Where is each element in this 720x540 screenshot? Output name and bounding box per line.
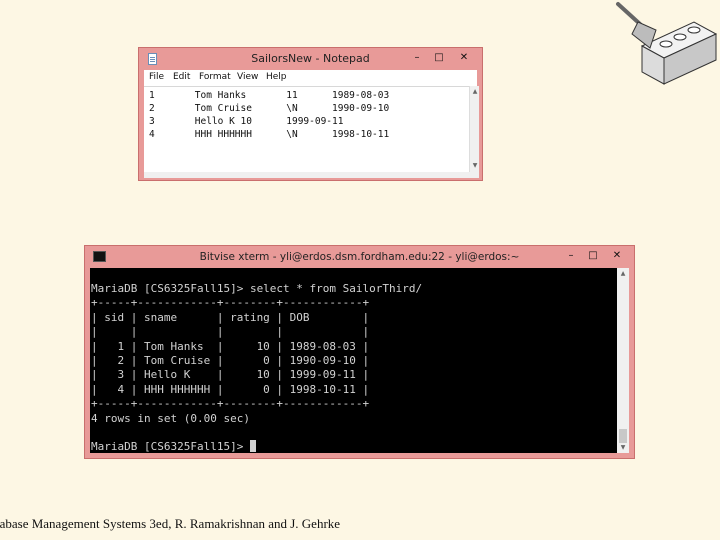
- terminal-prompt-line: MariaDB [CS6325Fall15]>: [91, 440, 617, 453]
- scroll-up-arrow-icon[interactable]: ▲: [470, 88, 480, 95]
- terminal-cursor: [249, 440, 256, 453]
- close-button[interactable]: ✕: [450, 50, 478, 65]
- terminal-line: 4 rows in set (0.00 sec): [91, 411, 250, 425]
- notepad-vertical-scrollbar[interactable]: ▲ ▼: [469, 86, 479, 172]
- xterm-title: Bitvise xterm - yli@erdos.dsm.fordham.ed…: [199, 251, 520, 263]
- notepad-text-area[interactable]: 1 Tom Hanks 11 1989-08-03 2 Tom Cruise \…: [144, 86, 469, 172]
- terminal-line: | 1 | Tom Hanks | 10 | 1989-08-03 |: [91, 339, 370, 353]
- text-line: 4 HHH HHHHHH \N 1998-10-11: [149, 129, 390, 140]
- xterm-window: Bitvise xterm - yli@erdos.dsm.fordham.ed…: [84, 245, 635, 459]
- notepad-titlebar[interactable]: SailorsNew - Notepad – □ ✕: [139, 48, 482, 70]
- text-line: 1 Tom Hanks 11 1989-08-03: [149, 90, 390, 101]
- notepad-window: SailorsNew - Notepad – □ ✕ File Edit For…: [138, 47, 483, 181]
- scroll-down-arrow-icon[interactable]: ▼: [617, 444, 629, 451]
- close-button[interactable]: ✕: [604, 248, 630, 263]
- terminal-line: | 2 | Tom Cruise | 0 | 1990-09-10 |: [91, 354, 370, 368]
- menu-edit[interactable]: Edit: [173, 72, 190, 82]
- notepad-bottom-edge: [144, 172, 479, 178]
- scroll-thumb[interactable]: [619, 429, 627, 443]
- terminal-line: | 4 | HHH HHHHHH | 0 | 1998-10-11 |: [91, 382, 370, 396]
- menu-format[interactable]: Format: [199, 72, 231, 82]
- slide-footer: tabase Management Systems 3ed, R. Ramakr…: [0, 516, 341, 531]
- terminal-line: +-----+------------+--------+-----------…: [91, 296, 370, 310]
- terminal-line: | | | | |: [91, 325, 370, 339]
- maximize-button[interactable]: □: [428, 50, 450, 65]
- text-line: 2 Tom Cruise \N 1990-09-10: [149, 103, 390, 114]
- maximize-button[interactable]: □: [582, 248, 604, 263]
- scroll-down-arrow-icon[interactable]: ▼: [470, 162, 480, 169]
- menu-view[interactable]: View: [237, 72, 258, 82]
- notepad-menubar: File Edit Format View Help: [144, 70, 477, 86]
- menu-file[interactable]: File: [149, 72, 164, 82]
- terminal-line: | 3 | Hello K | 10 | 1999-09-11 |: [91, 368, 370, 382]
- minimize-button[interactable]: –: [406, 50, 428, 65]
- terminal-prompt: MariaDB [CS6325Fall15]>: [91, 440, 250, 453]
- text-line: 3 Hello K 10 1999-09-11: [149, 116, 344, 127]
- menu-help[interactable]: Help: [266, 72, 287, 82]
- terminal-line: | sid | sname | rating | DOB |: [91, 310, 370, 324]
- brick-and-trowel-icon: [616, 2, 718, 85]
- terminal-output[interactable]: MariaDB [CS6325Fall15]> select * from Sa…: [90, 268, 617, 453]
- terminal-line: MariaDB [CS6325Fall15]> select * from Sa…: [91, 282, 423, 295]
- xterm-vertical-scrollbar[interactable]: ▲ ▼: [617, 268, 629, 453]
- minimize-button[interactable]: –: [560, 248, 582, 263]
- scroll-up-arrow-icon[interactable]: ▲: [617, 270, 629, 277]
- terminal-line: +-----+------------+--------+-----------…: [91, 397, 370, 411]
- xterm-titlebar[interactable]: Bitvise xterm - yli@erdos.dsm.fordham.ed…: [85, 246, 634, 268]
